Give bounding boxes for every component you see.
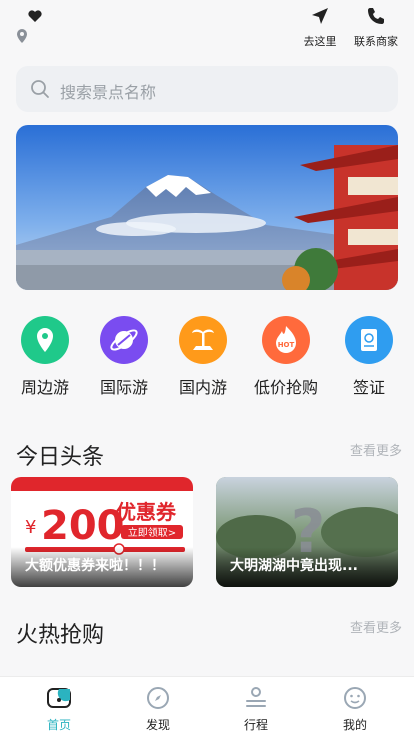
card-caption: 大明湖湖中竟出现...	[230, 558, 358, 574]
category-label: 签证	[352, 378, 385, 397]
card-caption: 大额优惠券来啦！！！	[25, 558, 165, 574]
app-screen: 去这里 联系商家 搜索景点名称 周边游 国际游 国内游 HOT 低价抢购 签证 …	[0, 0, 414, 736]
category-nearby[interactable]: 周边游	[4, 316, 86, 398]
route-icon	[226, 685, 286, 714]
planet-icon	[100, 316, 148, 364]
home-icon	[29, 685, 89, 714]
tab-label: 我的	[342, 718, 367, 732]
favorite-icon[interactable]	[28, 10, 42, 26]
search-input[interactable]: 搜索景点名称	[60, 79, 156, 103]
hero-banner[interactable]	[16, 125, 398, 290]
card-caption-overlay: 大额优惠券来啦！！！	[11, 547, 193, 587]
category-international[interactable]: 国际游	[83, 316, 165, 398]
coupon-amount: 200	[41, 503, 125, 549]
location-selector[interactable]	[14, 10, 44, 46]
contact-merchant-label: 联系商家	[354, 35, 398, 48]
smiley-icon	[325, 685, 385, 714]
category-domestic[interactable]: 国内游	[162, 316, 244, 398]
headlines-more-link[interactable]: 查看更多	[350, 440, 402, 459]
tab-profile[interactable]: 我的	[325, 685, 385, 733]
hot-flame-icon: HOT	[262, 316, 310, 364]
category-grid: 周边游 国际游 国内游 HOT 低价抢购 签证	[0, 316, 414, 400]
coupon-currency: ¥	[25, 517, 36, 538]
coupon-claim-button: 立即领取>	[128, 526, 176, 539]
category-flash-sale[interactable]: HOT 低价抢购	[245, 316, 327, 398]
bottom-tab-bar: 首页 发现 行程 我的	[0, 676, 414, 736]
category-label: 周边游	[20, 378, 69, 397]
mount-fuji-pagoda-image	[16, 125, 398, 290]
hot-badge: HOT	[278, 341, 295, 349]
phone-icon	[350, 6, 402, 29]
search-icon	[30, 79, 50, 103]
passport-icon	[345, 316, 393, 364]
hot-sale-more-link[interactable]: 查看更多	[350, 617, 402, 636]
tab-discover[interactable]: 发现	[128, 685, 188, 733]
location-pin-icon	[16, 28, 28, 47]
news-card-lake[interactable]: ? 大明湖湖中竟出现...	[216, 477, 398, 587]
category-label: 低价抢购	[253, 378, 318, 397]
category-visa[interactable]: 签证	[328, 316, 410, 398]
palm-tree-icon	[179, 316, 227, 364]
contact-merchant-button[interactable]: 联系商家	[350, 6, 402, 49]
tab-label: 发现	[145, 718, 170, 732]
news-card-coupon[interactable]: ¥ 200 优惠券 立即领取> 大额优惠券来啦！！！	[11, 477, 193, 587]
tab-itinerary[interactable]: 行程	[226, 685, 286, 733]
category-label: 国内游	[178, 378, 227, 397]
compass-icon	[128, 685, 188, 714]
tab-label: 行程	[243, 718, 268, 732]
headlines-title: 今日头条	[16, 445, 105, 470]
coupon-text: 优惠券	[116, 500, 177, 524]
hot-sale-title: 火热抢购	[16, 623, 105, 648]
search-bar[interactable]: 搜索景点名称	[16, 66, 398, 112]
top-bar: 去这里 联系商家	[0, 0, 414, 56]
go-here-button[interactable]: 去这里	[300, 6, 340, 49]
card-caption-overlay: 大明湖湖中竟出现...	[216, 547, 398, 587]
tab-label: 首页	[46, 718, 71, 732]
location-pin-icon	[21, 316, 69, 364]
tab-home[interactable]: 首页	[29, 685, 89, 733]
go-here-label: 去这里	[303, 35, 337, 48]
category-label: 国际游	[99, 378, 148, 397]
navigation-arrow-icon	[300, 6, 340, 29]
